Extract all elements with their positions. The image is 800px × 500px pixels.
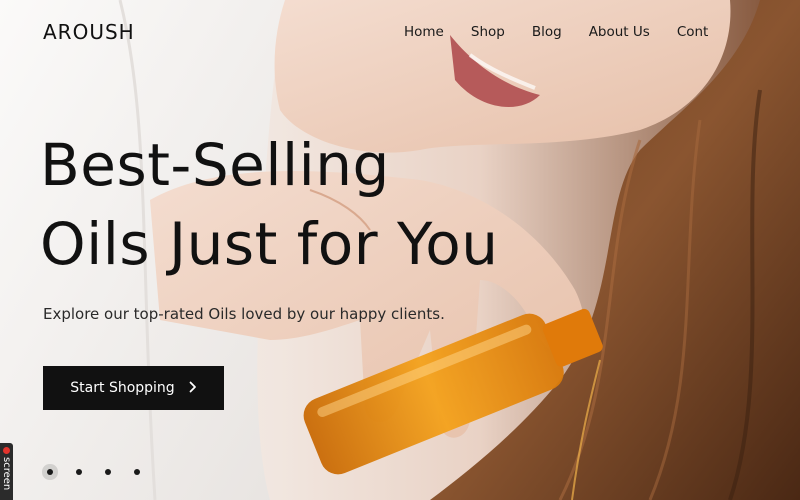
hero-headline-line-1: Best-Selling	[40, 131, 390, 199]
slider-dot-4[interactable]	[134, 469, 140, 475]
nav-item-about-us[interactable]: About Us	[589, 24, 650, 40]
nav-item-contact[interactable]: Cont	[677, 24, 709, 40]
main-nav: Home Shop Blog About Us Cont	[404, 24, 708, 40]
record-indicator-icon	[3, 447, 10, 454]
screen-recorder-badge[interactable]: screen	[0, 443, 13, 500]
hero-section: AROUSH Home Shop Blog About Us Cont Best…	[0, 0, 800, 500]
start-shopping-label: Start Shopping	[70, 380, 175, 396]
hero-headline-line-2: Oils Just for You	[40, 210, 499, 278]
top-navigation-bar: AROUSH Home Shop Blog About Us Cont	[0, 0, 800, 62]
slider-dot-1[interactable]	[47, 469, 53, 475]
nav-item-home[interactable]: Home	[404, 24, 444, 40]
hero-headline: Best-Selling Oils Just for You	[40, 126, 498, 284]
brand-logo[interactable]: AROUSH	[43, 20, 135, 44]
nav-item-shop[interactable]: Shop	[471, 24, 505, 40]
slider-dot-2[interactable]	[76, 469, 82, 475]
slider-dot-3[interactable]	[105, 469, 111, 475]
slider-pagination	[47, 469, 163, 475]
start-shopping-button[interactable]: Start Shopping	[43, 366, 224, 410]
nav-item-blog[interactable]: Blog	[532, 24, 562, 40]
screen-recorder-label: screen	[1, 457, 12, 491]
hero-subtitle: Explore our top-rated Oils loved by our …	[43, 305, 445, 323]
chevron-right-icon	[189, 381, 197, 396]
